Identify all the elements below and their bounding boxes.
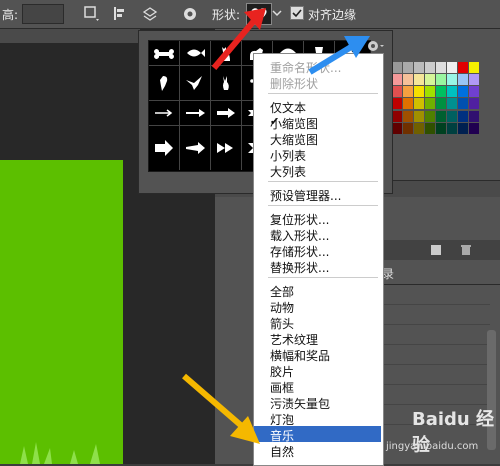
menu-separator bbox=[268, 93, 378, 94]
menu-item-label: 替换形状... bbox=[270, 261, 330, 275]
list-item[interactable] bbox=[380, 325, 490, 345]
arrow-icon bbox=[217, 143, 233, 153]
menu-item[interactable]: 自然 bbox=[254, 442, 381, 459]
panel-toolbar bbox=[380, 240, 500, 260]
blue-annotation-arrow bbox=[308, 36, 370, 75]
arrow-icon bbox=[155, 140, 173, 156]
shape-arrow-bold[interactable] bbox=[211, 101, 242, 126]
watermark: Baidu 经验 jingyan.baidu.com bbox=[382, 405, 500, 464]
align-edges-checkbox[interactable] bbox=[290, 6, 304, 20]
height-label: 高: bbox=[2, 8, 19, 22]
menu-item[interactable]: 大列表 bbox=[254, 162, 381, 179]
arrow-icon bbox=[186, 142, 205, 154]
list-item[interactable] bbox=[380, 385, 490, 405]
menu-item[interactable]: 大缩览图 bbox=[254, 130, 381, 147]
settings-gear-icon[interactable] bbox=[180, 4, 200, 24]
menu-separator bbox=[268, 181, 378, 182]
align-edges-label: 对齐边缘 bbox=[308, 8, 357, 22]
menu-item[interactable]: 仅文本 bbox=[254, 98, 381, 115]
menu-item[interactable]: 艺术纹理 bbox=[254, 330, 381, 347]
shape-picker-menu: 重命名形状... 删除形状 仅文本 ✔ 小缩览图 大缩览图 小列表 大列表 预设管理器... 复位… bbox=[253, 53, 384, 466]
yellow-annotation-arrow bbox=[182, 373, 260, 444]
menu-item[interactable]: 画框 bbox=[254, 378, 381, 395]
menu-item[interactable]: 替换形状... bbox=[254, 258, 381, 275]
menu-item[interactable]: 预设管理器... bbox=[254, 186, 381, 203]
menu-item[interactable]: 灯泡 bbox=[254, 410, 381, 427]
path-ops-icon[interactable] bbox=[82, 4, 102, 24]
menu-item[interactable]: 污渍矢量包 bbox=[254, 394, 381, 411]
menu-item-label: 预设管理器... bbox=[270, 189, 342, 203]
shape-arrow-feather[interactable] bbox=[180, 101, 211, 126]
menu-item-label: 自然 bbox=[270, 445, 295, 459]
new-layer-icon[interactable] bbox=[430, 244, 442, 256]
watermark-url: jingyan.baidu.com bbox=[386, 441, 479, 452]
menu-item[interactable]: 动物 bbox=[254, 298, 381, 315]
menu-item[interactable]: 复位形状... bbox=[254, 210, 381, 227]
shape-arrow-double[interactable] bbox=[211, 126, 242, 170]
arrow-icon bbox=[155, 109, 173, 117]
trash-icon[interactable] bbox=[460, 244, 472, 256]
menu-item[interactable]: 音乐 bbox=[254, 426, 381, 443]
menu-item[interactable]: 全部 bbox=[254, 282, 381, 299]
shape-arrow-block[interactable] bbox=[149, 126, 180, 170]
list-item[interactable] bbox=[380, 285, 490, 305]
menu-item[interactable]: 小列表 bbox=[254, 146, 381, 163]
menu-item[interactable]: 横幅和奖品 bbox=[254, 346, 381, 363]
shape-bone[interactable] bbox=[149, 41, 180, 66]
menu-item-label: 大列表 bbox=[270, 165, 307, 179]
document-tab[interactable] bbox=[0, 29, 140, 43]
menu-item[interactable]: ✔ 小缩览图 bbox=[254, 114, 381, 131]
menu-separator bbox=[268, 205, 378, 206]
menu-item[interactable]: 胶片 bbox=[254, 362, 381, 379]
swatches-grid bbox=[392, 62, 480, 134]
path-arrange-icon[interactable] bbox=[140, 4, 160, 24]
path-align-icon[interactable] bbox=[110, 4, 130, 24]
menu-item[interactable]: 存储形状... bbox=[254, 242, 381, 259]
bone-icon bbox=[154, 49, 174, 59]
menu-separator bbox=[268, 277, 378, 278]
parrot-icon bbox=[160, 76, 168, 91]
arrow-icon bbox=[186, 109, 205, 117]
shape-arrow-thin[interactable] bbox=[149, 101, 180, 126]
menu-item[interactable]: 载入形状... bbox=[254, 226, 381, 243]
check-icon bbox=[292, 9, 302, 18]
history-panel-tab[interactable]: 录 bbox=[380, 262, 500, 285]
grass-graphic bbox=[20, 442, 100, 464]
shape-arrow-wedge[interactable] bbox=[180, 126, 211, 170]
height-field[interactable] bbox=[22, 4, 64, 24]
menu-item[interactable]: 箭头 bbox=[254, 314, 381, 331]
shape-parrot[interactable] bbox=[149, 66, 180, 101]
red-annotation-arrow bbox=[211, 8, 266, 70]
list-item[interactable] bbox=[380, 345, 490, 365]
list-item[interactable] bbox=[380, 365, 490, 385]
list-item[interactable] bbox=[380, 305, 490, 325]
arrow-icon bbox=[217, 108, 235, 118]
green-artwork bbox=[0, 160, 123, 464]
